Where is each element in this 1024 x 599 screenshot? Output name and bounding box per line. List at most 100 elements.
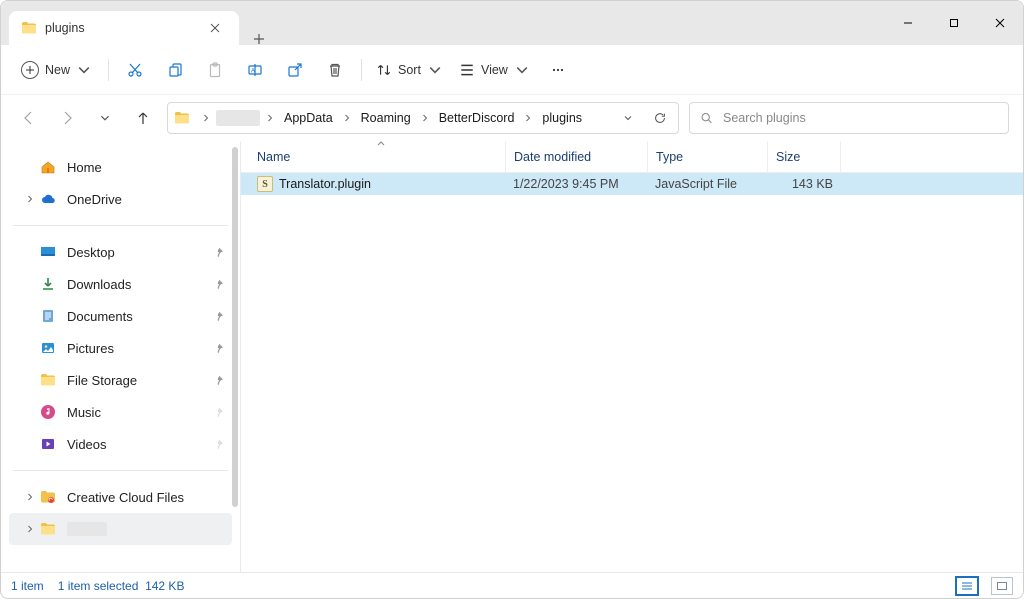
chevron-right-icon[interactable] (260, 114, 280, 122)
column-header-size[interactable]: Size (767, 141, 841, 172)
chevron-down-icon (76, 62, 92, 78)
column-header-name[interactable]: Name (257, 141, 505, 172)
share-icon (287, 62, 303, 78)
pictures-icon (39, 340, 57, 356)
cut-button[interactable] (115, 53, 155, 87)
sidebar-item-pictures[interactable]: Pictures (9, 332, 232, 364)
pin-icon (210, 343, 226, 354)
rename-button[interactable]: A (235, 53, 275, 87)
refresh-button[interactable] (646, 104, 674, 132)
chevron-right-icon[interactable] (415, 114, 435, 122)
search-box[interactable] (689, 102, 1009, 134)
sidebar-item-downloads[interactable]: Downloads (9, 268, 232, 300)
chevron-right-icon[interactable] (518, 114, 538, 122)
column-header-date[interactable]: Date modified (505, 141, 647, 172)
sidebar-item-label: Creative Cloud Files (67, 490, 226, 505)
tab-title: plugins (45, 21, 193, 35)
chevron-right-icon[interactable] (23, 525, 37, 533)
back-button[interactable] (15, 104, 43, 132)
chevron-right-icon[interactable] (196, 114, 216, 122)
breadcrumb-item[interactable]: plugins (538, 108, 586, 128)
tabs-area: plugins (1, 1, 279, 45)
more-button[interactable] (538, 53, 578, 87)
folder-icon (174, 110, 190, 126)
new-tab-button[interactable] (239, 33, 279, 45)
large-icons-view-button[interactable] (991, 577, 1013, 595)
sort-button[interactable]: Sort (368, 53, 451, 87)
close-tab-button[interactable] (201, 14, 229, 42)
chevron-right-icon[interactable] (23, 195, 37, 203)
body: Home OneDrive Desktop Downloads Do (1, 141, 1023, 572)
sidebar-item-onedrive[interactable]: OneDrive (9, 183, 232, 215)
pin-icon (210, 247, 226, 258)
sidebar-item-label: Downloads (67, 277, 210, 292)
folder-icon (39, 372, 57, 388)
close-window-button[interactable] (977, 1, 1023, 45)
pin-icon (210, 375, 226, 386)
sidebar-item-label: Videos (67, 437, 210, 452)
files-area[interactable]: S Translator.plugin 1/22/2023 9:45 PM Ja… (241, 173, 1023, 572)
file-type: JavaScript File (647, 173, 767, 195)
breadcrumb-item[interactable]: Roaming (357, 108, 415, 128)
paste-button[interactable] (195, 53, 235, 87)
file-row[interactable]: S Translator.plugin 1/22/2023 9:45 PM Ja… (241, 173, 1023, 195)
breadcrumbs: AppData Roaming BetterDiscord plugins (216, 108, 614, 128)
maximize-button[interactable] (931, 1, 977, 45)
search-input[interactable] (721, 110, 998, 126)
folder-icon (21, 20, 37, 36)
music-icon (39, 404, 57, 420)
copy-button[interactable] (155, 53, 195, 87)
chevron-right-icon[interactable] (337, 114, 357, 122)
details-view-button[interactable] (956, 577, 978, 595)
sidebar-item-label: Desktop (67, 245, 210, 260)
sidebar-scrollbar[interactable] (230, 147, 240, 566)
scrollbar-thumb[interactable] (232, 147, 238, 507)
forward-button[interactable] (53, 104, 81, 132)
divider (13, 225, 228, 226)
breadcrumb-item[interactable]: AppData (280, 108, 337, 128)
view-button[interactable]: View (451, 53, 538, 87)
recent-locations-button[interactable] (91, 104, 119, 132)
address-bar[interactable]: AppData Roaming BetterDiscord plugins (167, 102, 679, 134)
column-header-type[interactable]: Type (647, 141, 767, 172)
sidebar-item-music[interactable]: Music (9, 396, 232, 428)
file-name: Translator.plugin (279, 177, 371, 191)
sidebar-item-creative-cloud[interactable]: Creative Cloud Files (9, 481, 232, 513)
new-button[interactable]: New (13, 53, 102, 87)
divider (13, 470, 228, 471)
chevron-down-icon (427, 62, 443, 78)
titlebar: plugins (1, 1, 1023, 45)
trash-icon (327, 62, 343, 78)
search-icon (700, 111, 713, 125)
video-icon (39, 436, 57, 452)
svg-text:A: A (251, 68, 255, 74)
share-button[interactable] (275, 53, 315, 87)
nav-row: AppData Roaming BetterDiscord plugins (1, 95, 1023, 141)
up-button[interactable] (129, 104, 157, 132)
sidebar-item-home[interactable]: Home (9, 151, 232, 183)
titlebar-drag-area[interactable] (279, 1, 885, 45)
folder-icon (39, 521, 57, 537)
breadcrumb-item[interactable]: BetterDiscord (435, 108, 519, 128)
sidebar-item-label: Home (67, 160, 226, 175)
copy-icon (167, 62, 183, 78)
status-bar: 1 item 1 item selected 142 KB (1, 572, 1023, 598)
chevron-down-icon (514, 62, 530, 78)
clipboard-icon (207, 62, 223, 78)
sidebar-item-desktop[interactable]: Desktop (9, 236, 232, 268)
download-icon (39, 276, 57, 292)
sort-ascending-icon (376, 137, 386, 151)
sidebar-item-redacted[interactable] (9, 513, 232, 545)
sidebar-item-documents[interactable]: Documents (9, 300, 232, 332)
tab-active[interactable]: plugins (9, 11, 239, 45)
sidebar-item-videos[interactable]: Videos (9, 428, 232, 460)
delete-button[interactable] (315, 53, 355, 87)
sidebar-item-file-storage[interactable]: File Storage (9, 364, 232, 396)
rename-icon: A (247, 62, 263, 78)
breadcrumb-item-redacted[interactable] (216, 110, 260, 126)
javascript-file-icon: S (257, 176, 273, 192)
address-history-button[interactable] (614, 104, 642, 132)
chevron-right-icon[interactable] (23, 493, 37, 501)
minimize-button[interactable] (885, 1, 931, 45)
command-toolbar: New A Sort View (1, 45, 1023, 95)
